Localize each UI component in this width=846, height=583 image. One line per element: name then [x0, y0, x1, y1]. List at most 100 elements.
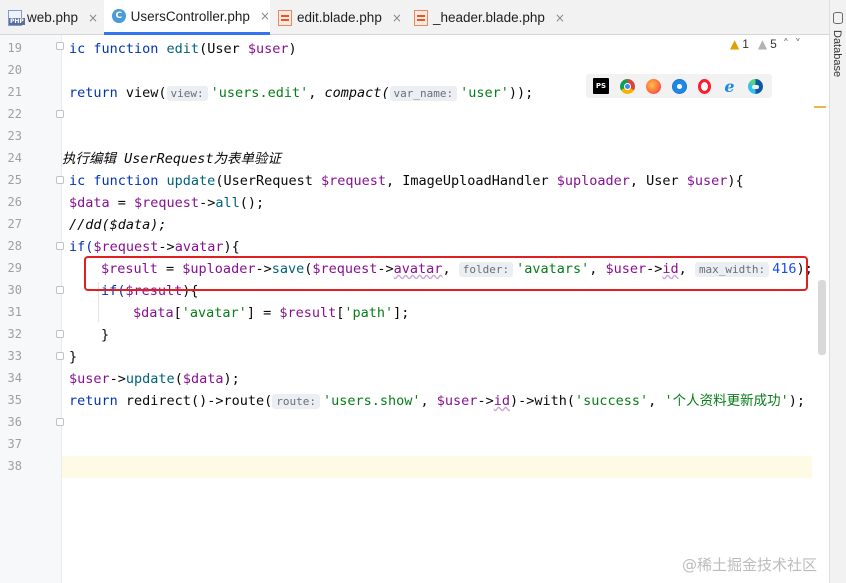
code-token: redirect — [125, 393, 191, 409]
code-token: ]; — [393, 305, 410, 321]
tab-edit-blade[interactable]: edit.blade.php × — [278, 0, 408, 35]
code-token: compact( — [324, 85, 390, 101]
code-comment: 执行编辑 UserRequest为表单验证 — [62, 151, 282, 167]
php-file-badge: PHP — [9, 17, 25, 25]
code-token: if( — [69, 239, 94, 255]
code-token: ){ — [223, 239, 240, 255]
close-icon[interactable]: × — [392, 11, 402, 25]
tab-label: _header.blade.php — [433, 10, 545, 25]
code-token: ); — [788, 393, 805, 409]
code-token: $result — [279, 305, 337, 321]
code-token: $request — [134, 195, 200, 211]
ie-icon[interactable]: e — [722, 78, 737, 94]
code-line[interactable]: 25 ic function update(UserRequest $reque… — [0, 170, 812, 192]
code-token: $request — [93, 239, 159, 255]
line-number: 23 — [7, 129, 22, 143]
tab-users-controller[interactable]: C UsersController.php × — [104, 0, 270, 35]
database-panel-button[interactable]: Database — [831, 30, 843, 77]
code-text: } — [101, 327, 110, 343]
code-line[interactable]: 27 //dd($data); — [0, 214, 812, 236]
code-token: update — [166, 173, 216, 189]
chevron-up-icon[interactable]: ˄ — [783, 37, 789, 51]
blade-file-icon — [278, 9, 292, 26]
code-token: $user — [686, 173, 728, 189]
code-text: $data = $request->all(); — [69, 194, 264, 212]
code-token: id — [493, 393, 510, 409]
inspections-widget[interactable]: ▲ 1 ▲ 5 ˄ ˅ — [730, 37, 801, 51]
close-icon[interactable]: × — [88, 11, 98, 25]
code-token: ( — [264, 393, 273, 409]
right-tool-strip: Database — [829, 0, 846, 583]
code-token: ] = — [246, 305, 280, 321]
code-line[interactable]: 37 — [0, 434, 812, 456]
annotation-highlight-box — [84, 256, 808, 291]
code-token: 'users.edit' — [210, 85, 309, 101]
code-token: , — [648, 393, 665, 409]
code-token: 'path' — [344, 305, 394, 321]
code-token: $user — [436, 393, 478, 409]
code-line[interactable]: 35 return redirect()->route(route:'users… — [0, 390, 812, 412]
line-number: 34 — [7, 371, 22, 385]
code-token: , User — [629, 173, 687, 189]
php-file-icon: PHP — [8, 9, 25, 26]
code-token: $request — [321, 173, 387, 189]
vertical-scrollbar[interactable] — [818, 280, 826, 355]
code-token: ()-> — [190, 393, 224, 409]
safari-icon[interactable] — [672, 78, 687, 94]
database-icon[interactable] — [833, 12, 843, 24]
code-line[interactable]: 22 — [0, 104, 812, 126]
code-token: route — [223, 393, 265, 409]
code-token: all — [215, 195, 240, 211]
code-token: , — [420, 393, 437, 409]
code-token: '个人资料更新成功' — [664, 393, 789, 409]
code-token: [ — [173, 305, 182, 321]
line-number: 37 — [7, 437, 22, 451]
tab-label: UsersController.php — [130, 8, 250, 24]
code-line[interactable]: 34 $user->update($data); — [0, 368, 812, 390]
code-line[interactable]: 31 $data['avatar'] = $result['path']; — [0, 302, 812, 324]
code-line[interactable]: 19 ic function edit(User $user) — [0, 38, 812, 60]
code-line[interactable]: 26 $data = $request->all(); — [0, 192, 812, 214]
line-number: 36 — [7, 415, 22, 429]
tab-web-php[interactable]: PHP web.php × — [8, 0, 104, 35]
current-line-highlight[interactable] — [62, 456, 812, 478]
chrome-icon[interactable] — [620, 78, 635, 94]
code-line[interactable]: 32 } — [0, 324, 812, 346]
edge-icon[interactable] — [748, 78, 763, 94]
tab-label: edit.blade.php — [297, 10, 382, 25]
scrollbar-marker[interactable] — [814, 106, 826, 108]
close-icon[interactable]: × — [260, 9, 270, 23]
code-token: view( — [125, 85, 167, 101]
php-class-icon: C — [112, 9, 126, 23]
line-number: 29 — [7, 261, 22, 275]
code-line[interactable]: 38 — [0, 456, 62, 478]
code-token: $uploader — [556, 173, 630, 189]
code-line[interactable]: 33 } — [0, 346, 812, 368]
tab-label: web.php — [27, 10, 79, 25]
code-token: edit — [166, 41, 200, 57]
code-line[interactable]: 28 if($request->avatar){ — [0, 236, 812, 258]
line-number: 33 — [7, 349, 22, 363]
opera-icon[interactable] — [698, 78, 711, 94]
code-token: )); — [508, 85, 534, 101]
weak-warning-icon: ▲ — [757, 37, 768, 51]
tab-header-blade[interactable]: _header.blade.php × — [414, 0, 574, 35]
code-token: (); — [239, 195, 265, 211]
chevron-down-icon[interactable]: ˅ — [795, 37, 801, 51]
close-icon[interactable]: × — [555, 11, 565, 25]
code-token: return — [69, 85, 126, 101]
code-line[interactable]: 23 — [0, 126, 812, 148]
phpstorm-icon[interactable]: PS — [593, 78, 609, 94]
code-token: )-> — [509, 393, 535, 409]
code-text: if($request->avatar){ — [69, 238, 240, 256]
weak-warning-count: 5 — [770, 37, 777, 51]
code-token: $data — [182, 371, 224, 387]
code-token: with — [534, 393, 567, 409]
parameter-hint: view: — [166, 86, 208, 101]
code-text: ic function update(UserRequest $request,… — [69, 172, 744, 190]
code-token: , ImageUploadHandler — [386, 173, 557, 189]
code-line[interactable]: 36 — [0, 412, 812, 434]
code-line[interactable]: 24 执行编辑 UserRequest为表单验证 — [0, 148, 812, 170]
firefox-icon[interactable] — [646, 78, 661, 94]
line-number: 35 — [7, 393, 22, 407]
